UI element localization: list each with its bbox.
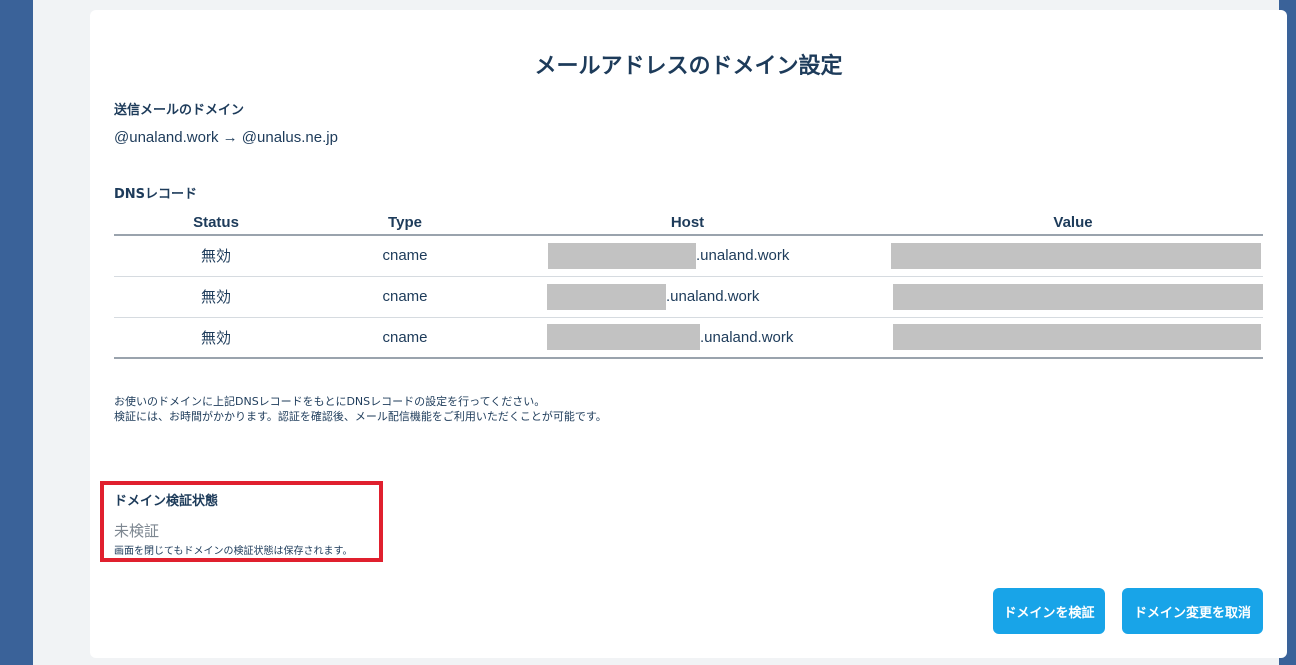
instruction-line: 検証には、お時間がかかります。認証を確認後、メール配信機能をご利用いただくことが… — [114, 410, 607, 423]
table-row: 無効 cname .unaland.work — [114, 317, 1263, 359]
page-background: メールアドレスのドメイン設定 送信メールのドメイン @unaland.work … — [33, 0, 1287, 665]
settings-card: メールアドレスのドメイン設定 送信メールのドメイン @unaland.work … — [90, 10, 1287, 658]
dns-records-label: DNSレコード — [114, 187, 198, 202]
cancel-domain-change-button[interactable]: ドメイン変更を取消 — [1122, 588, 1263, 634]
column-header-host: Host — [492, 211, 883, 236]
host-suffix: .unaland.work — [700, 328, 794, 346]
redacted-value — [893, 283, 1263, 310]
host-suffix: .unaland.work — [666, 288, 760, 305]
type-cell: cname — [318, 276, 492, 318]
column-header-type: Type — [318, 211, 492, 236]
instruction-line: お使いのドメインに上記DNSレコードをもとにDNSレコードの設定を行ってください… — [114, 395, 546, 408]
table-row: 無効 cname .unaland.work — [114, 235, 1263, 277]
type-cell: cname — [318, 235, 492, 277]
column-header-status: Status — [114, 211, 318, 236]
host-cell: .unaland.work — [492, 235, 883, 277]
redacted-host — [547, 324, 700, 351]
host-suffix: .unaland.work — [696, 247, 790, 265]
verification-state: 未検証 — [114, 522, 160, 540]
host-cell: .unaland.work — [492, 317, 883, 359]
status-cell: 無効 — [114, 235, 318, 277]
page-title: メールアドレスのドメイン設定 — [534, 54, 843, 79]
verification-label: ドメイン検証状態 — [114, 494, 219, 509]
sending-domain-value: @unaland.work → @unalus.ne.jp — [114, 129, 338, 146]
table-header-row: Status Type Host Value — [114, 211, 1263, 236]
verification-status-box: ドメイン検証状態 未検証 画面を閉じてもドメインの検証状態は保存されます。 — [100, 481, 383, 562]
dns-records-table: Status Type Host Value 無効 cname .unaland… — [114, 211, 1263, 359]
redacted-host — [547, 283, 666, 310]
value-cell — [883, 317, 1263, 359]
dns-instructions: お使いのドメインに上記DNSレコードをもとにDNSレコードの設定を行ってください… — [114, 394, 607, 424]
redacted-value — [893, 324, 1261, 351]
verification-note: 画面を閉じてもドメインの検証状態は保存されます。 — [114, 546, 353, 557]
sending-domain-label: 送信メールのドメイン — [114, 103, 245, 118]
column-header-value: Value — [883, 211, 1263, 236]
host-cell: .unaland.work — [492, 276, 883, 318]
type-cell: cname — [318, 317, 492, 359]
table-row: 無効 cname .unaland.work — [114, 276, 1263, 318]
status-cell: 無効 — [114, 276, 318, 318]
value-cell — [883, 235, 1263, 277]
redacted-value — [891, 242, 1261, 269]
redacted-host — [548, 242, 696, 269]
value-cell — [883, 276, 1263, 318]
verify-domain-button[interactable]: ドメインを検証 — [993, 588, 1105, 634]
status-cell: 無効 — [114, 317, 318, 359]
